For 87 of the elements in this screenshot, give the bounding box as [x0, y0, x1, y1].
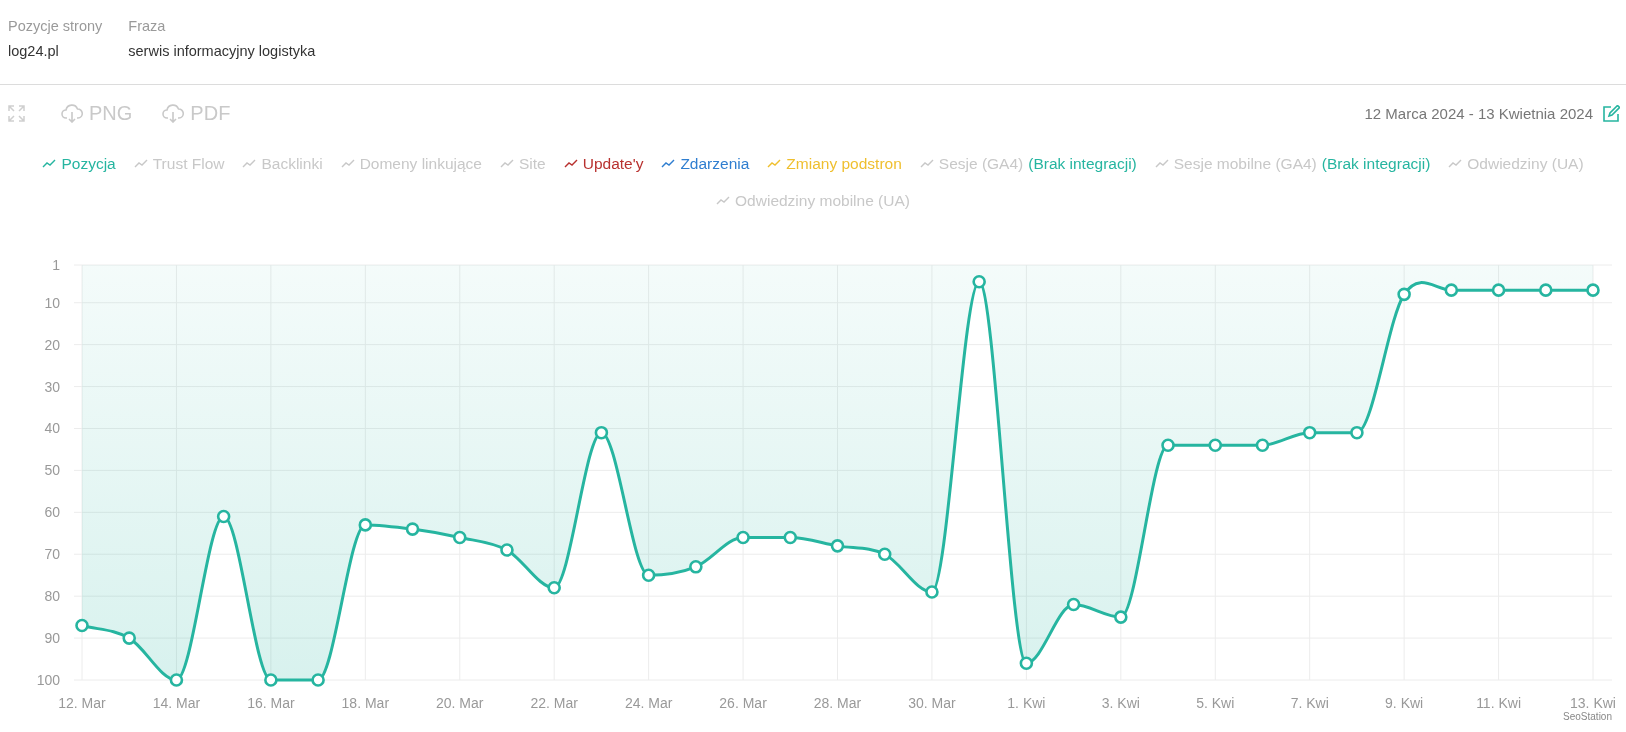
y-axis-label: 100	[36, 672, 60, 688]
x-axis-label: 3. Kwi	[1101, 695, 1140, 711]
cloud-download-icon	[162, 103, 185, 123]
data-point[interactable]	[972, 274, 986, 289]
data-point[interactable]	[594, 425, 609, 440]
data-point[interactable]	[1539, 283, 1553, 297]
y-axis-label: 90	[44, 630, 60, 647]
x-axis-label: 11. Kwi	[1476, 695, 1521, 711]
data-point[interactable]	[1350, 425, 1364, 440]
x-axis-label: 26. Mar	[719, 695, 767, 711]
y-axis-label: 20	[44, 336, 60, 353]
trend-icon	[500, 159, 514, 168]
x-axis-label: 16. Mar	[247, 695, 295, 711]
field-label: Pozycje strony	[8, 18, 103, 34]
data-point[interactable]	[641, 568, 656, 582]
cloud-download-icon	[61, 103, 83, 123]
edit-button[interactable]	[1603, 104, 1620, 122]
data-point[interactable]	[1586, 283, 1600, 297]
x-axis-label: 5. Kwi	[1196, 695, 1235, 711]
legend-item[interactable]: Zmiany podstron	[767, 154, 902, 173]
data-point[interactable]	[75, 618, 89, 633]
expand-icon	[8, 104, 25, 122]
y-axis-label: 50	[44, 462, 60, 479]
edit-icon	[1603, 104, 1620, 122]
data-point[interactable]	[216, 509, 231, 524]
x-axis-label: 20. Mar	[436, 695, 484, 711]
field-label: Fraza	[128, 18, 167, 34]
field-value: serwis informacyjny logistyka	[128, 43, 316, 59]
data-point[interactable]	[689, 560, 703, 574]
y-axis-label: 10	[44, 294, 60, 311]
y-axis-label: 1	[52, 257, 60, 273]
x-axis-label: 24. Mar	[624, 695, 673, 711]
y-axis-label: 60	[44, 504, 60, 521]
x-axis-label: 18. Mar	[341, 695, 390, 711]
x-axis-label: 14. Mar	[152, 695, 201, 711]
data-point[interactable]	[1019, 656, 1034, 671]
field-value: log24.pl	[8, 43, 60, 59]
x-axis-label: 1. Kwi	[1007, 695, 1046, 711]
integration-note: (Brak integracji)	[1321, 154, 1431, 173]
trend-icon	[919, 159, 934, 168]
data-point[interactable]	[1444, 283, 1459, 297]
legend-item[interactable]: Pozycja	[42, 154, 116, 173]
trend-icon	[1154, 159, 1169, 168]
data-point[interactable]	[1397, 287, 1411, 302]
x-axis-label: 12. Mar	[58, 695, 106, 711]
y-axis-label: 30	[44, 378, 60, 395]
data-point[interactable]	[1114, 610, 1128, 624]
y-axis-label: 70	[44, 546, 60, 563]
trend-icon	[242, 159, 257, 168]
trend-icon	[716, 196, 731, 205]
x-axis-label: 30. Mar	[908, 695, 956, 711]
x-axis-label: 9. Kwi	[1385, 695, 1424, 711]
trend-icon	[1448, 159, 1463, 168]
data-point[interactable]	[736, 530, 750, 545]
legend-item[interactable]: Zdarzenia	[661, 154, 750, 173]
data-point[interactable]	[405, 522, 420, 536]
date-range: 12 Marca 2024 - 13 Kwietnia 2024	[1364, 104, 1593, 122]
data-point[interactable]	[1208, 438, 1223, 453]
credit-text: SeoStation	[1563, 711, 1612, 722]
data-point[interactable]	[311, 673, 325, 687]
data-point[interactable]	[925, 585, 939, 599]
data-point[interactable]	[877, 547, 892, 562]
fullscreen-button[interactable]	[8, 104, 25, 122]
data-point[interactable]	[358, 518, 373, 532]
data-point[interactable]	[169, 673, 184, 687]
y-axis-label: 40	[44, 420, 60, 437]
data-point[interactable]	[500, 543, 514, 557]
data-point[interactable]	[547, 581, 561, 595]
integration-note: (Brak integracji)	[1028, 154, 1137, 173]
trend-icon	[340, 159, 355, 168]
data-point[interactable]	[1161, 438, 1175, 453]
x-axis-label: 22. Mar	[530, 695, 578, 711]
trend-icon	[133, 159, 148, 168]
data-point[interactable]	[122, 631, 136, 645]
data-point[interactable]	[1491, 283, 1506, 297]
data-point[interactable]	[452, 530, 467, 545]
y-axis-label: 80	[44, 588, 60, 605]
data-point[interactable]	[830, 539, 845, 553]
data-point[interactable]	[1066, 597, 1081, 612]
data-point[interactable]	[264, 673, 278, 687]
legend-item[interactable]: Update'y	[563, 154, 644, 173]
x-axis-label: 28. Mar	[813, 695, 862, 711]
data-point[interactable]	[783, 530, 798, 545]
x-axis-label: 13. Kwi	[1570, 695, 1616, 711]
data-point[interactable]	[1255, 438, 1270, 453]
x-axis-label: 7. Kwi	[1290, 695, 1329, 711]
data-point[interactable]	[1302, 425, 1317, 440]
